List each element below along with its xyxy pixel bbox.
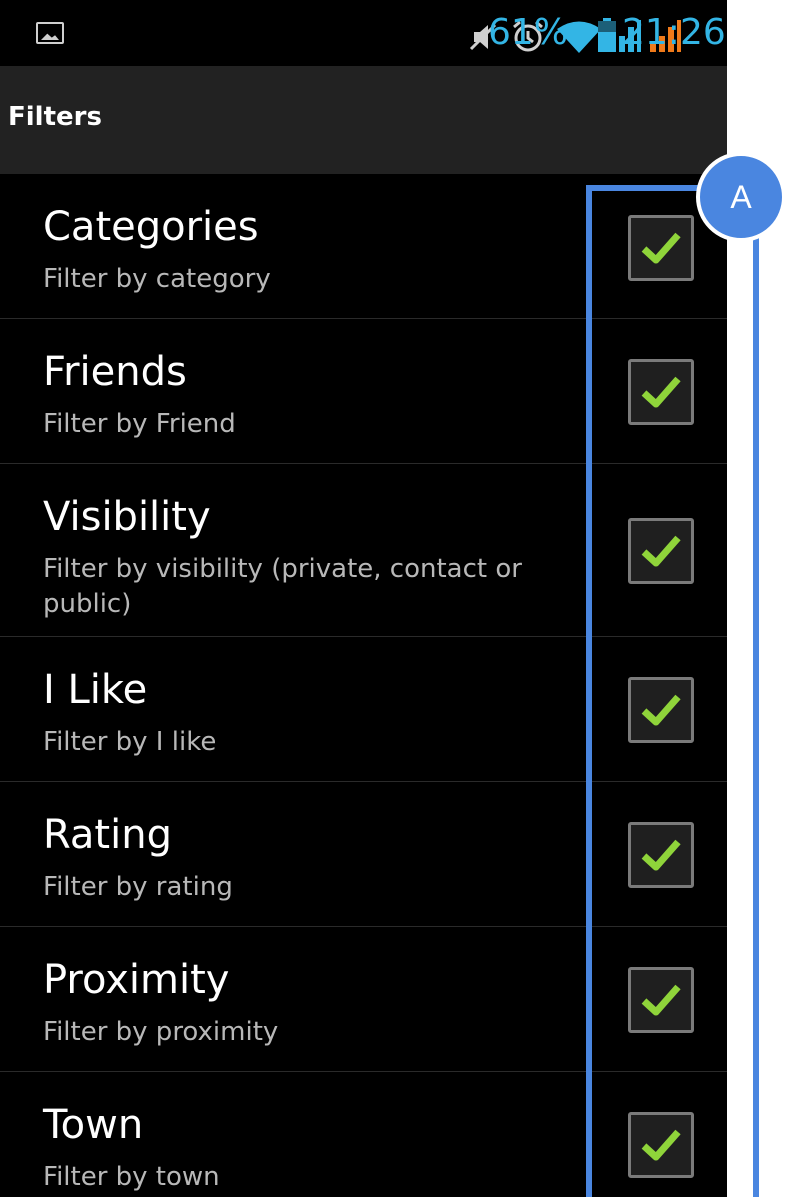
battery-icon bbox=[598, 18, 616, 52]
list-item-title: Friends bbox=[43, 349, 187, 395]
battery-percent-label-visible: 61% bbox=[488, 12, 569, 53]
list-item-title: Town bbox=[43, 1102, 144, 1148]
list-item-subtitle: Filter by Friend bbox=[43, 409, 236, 439]
list-item-subtitle: Filter by I like bbox=[43, 727, 217, 757]
list-item-subtitle: Filter by category bbox=[43, 264, 271, 294]
list-item-title: Visibility bbox=[43, 494, 211, 540]
list-item-title: I Like bbox=[43, 667, 148, 713]
list-item-subtitle: Filter by proximity bbox=[43, 1017, 279, 1047]
list-item-subtitle: Filter by town bbox=[43, 1162, 220, 1192]
image-notification-icon bbox=[36, 22, 64, 44]
list-item-title: Proximity bbox=[43, 957, 230, 1003]
list-item-subtitle: Filter by visibility (private, contact o… bbox=[43, 554, 522, 619]
clock: 21:26 bbox=[622, 12, 726, 53]
status-bar bbox=[0, 0, 727, 66]
page-title: Filters bbox=[8, 102, 102, 132]
annotation-badge: A bbox=[696, 152, 786, 242]
action-bar: Filters bbox=[0, 66, 727, 174]
list-item-title: Rating bbox=[43, 812, 172, 858]
list-item-subtitle: Filter by rating bbox=[43, 872, 233, 902]
list-item-title: Categories bbox=[43, 204, 259, 250]
annotation-highlight-box bbox=[586, 185, 759, 1197]
